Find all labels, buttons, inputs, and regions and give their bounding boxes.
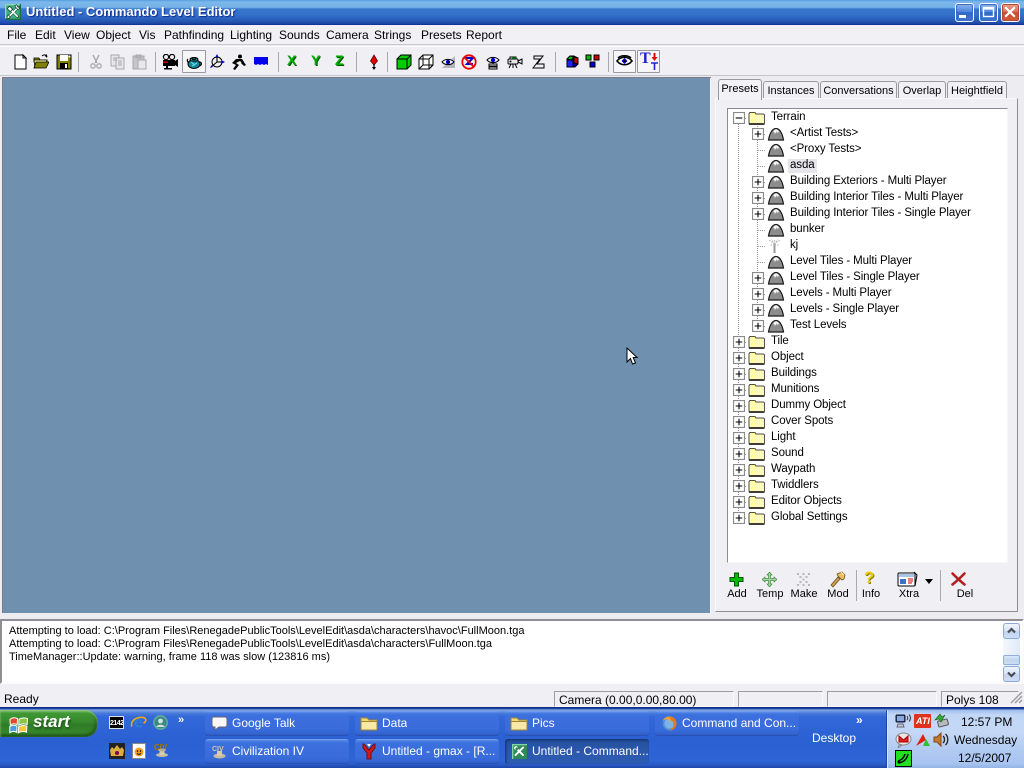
svg-text:ATI: ATI bbox=[915, 716, 930, 726]
